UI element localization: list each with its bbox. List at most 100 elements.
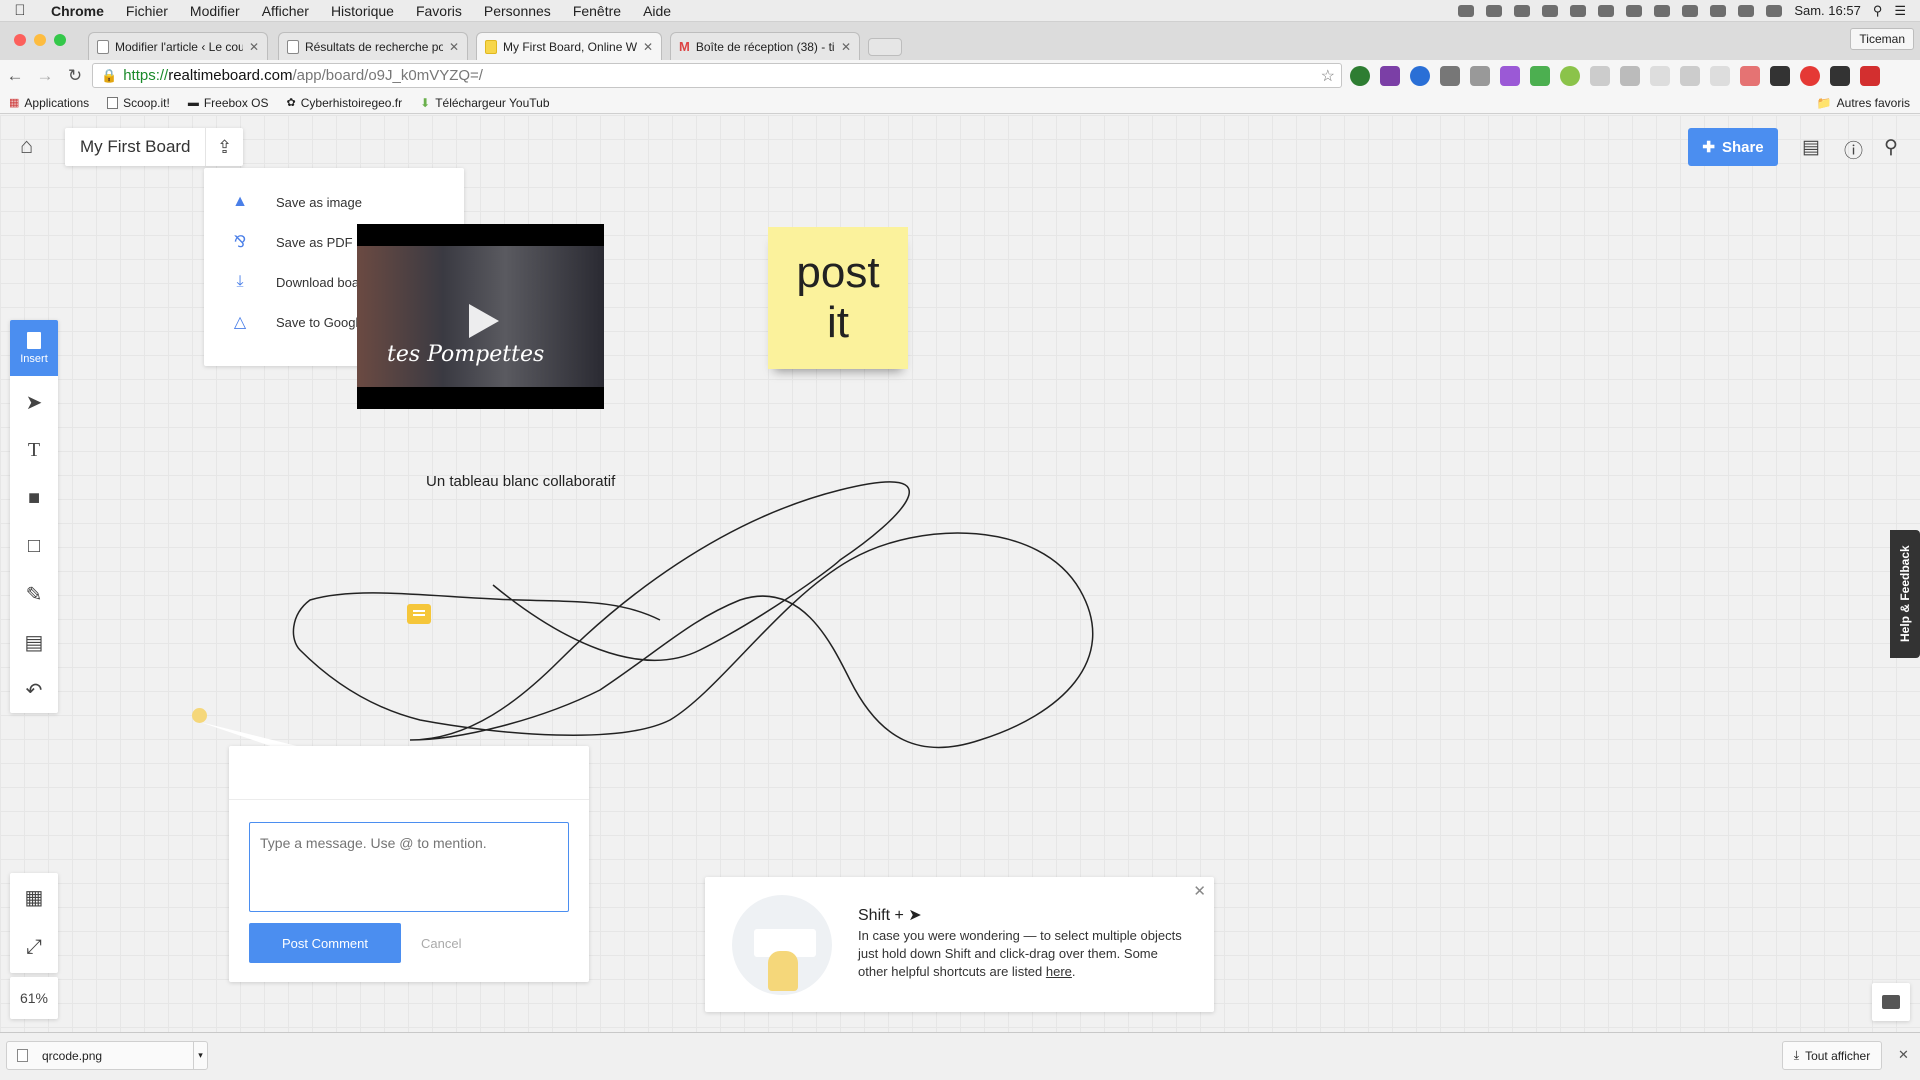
comment-input[interactable] bbox=[249, 822, 569, 912]
comments-icon[interactable]: ▤ bbox=[1802, 136, 1820, 159]
menu-icon[interactable] bbox=[1860, 66, 1880, 86]
home-icon[interactable]: ⌂ bbox=[20, 133, 33, 159]
camera-icon[interactable] bbox=[1470, 66, 1490, 86]
drive-ext-icon[interactable] bbox=[1620, 66, 1640, 86]
menu-fichier[interactable]: Fichier bbox=[115, 3, 179, 19]
fit-screen-icon[interactable]: ⤢ bbox=[10, 923, 58, 971]
tab-modifier-article[interactable]: Modifier l'article ‹ Le coute ✕ bbox=[88, 32, 268, 60]
drive-icon[interactable] bbox=[1486, 4, 1503, 17]
bluetooth-icon[interactable] bbox=[1710, 4, 1727, 17]
chevron-down-icon[interactable]: ▾ bbox=[193, 1042, 207, 1069]
text-item[interactable]: Un tableau blanc collaboratif bbox=[426, 473, 615, 490]
address-bar[interactable]: 🔒 https:// realtimeboard.com /app/board/… bbox=[92, 63, 1342, 88]
post-comment-button[interactable]: Post Comment bbox=[249, 923, 401, 963]
zoom-level[interactable]: 61% bbox=[10, 977, 58, 1019]
bookmark-youtube-downloader[interactable]: ⬇ Téléchargeur YouTub bbox=[411, 96, 558, 110]
comment-tool-icon[interactable]: ▤ bbox=[10, 618, 58, 666]
comment-pin-icon[interactable] bbox=[407, 604, 431, 624]
insert-button[interactable]: Insert bbox=[10, 320, 58, 376]
pen-icon[interactable] bbox=[1500, 66, 1520, 86]
tab-gmail[interactable]: M Boîte de réception (38) - ti ✕ bbox=[670, 32, 860, 60]
eject-icon[interactable] bbox=[1654, 4, 1671, 17]
key-icon[interactable] bbox=[1590, 66, 1610, 86]
bookmark-other[interactable]: 📁 Autres favoris bbox=[1808, 96, 1920, 110]
info-icon[interactable]: ⓘ bbox=[1844, 136, 1863, 163]
cancel-button[interactable]: Cancel bbox=[421, 923, 461, 963]
help-feedback-tab[interactable]: Help & Feedback bbox=[1890, 530, 1920, 658]
close-tab-icon[interactable]: ✕ bbox=[841, 40, 851, 54]
show-all-downloads-button[interactable]: ⤓ Tout afficher bbox=[1782, 1041, 1882, 1070]
pen-tool-icon[interactable]: ✎ bbox=[10, 570, 58, 618]
zoom-window-button[interactable] bbox=[54, 34, 66, 46]
menu-fenetre[interactable]: Fenêtre bbox=[562, 3, 632, 19]
volume-icon[interactable] bbox=[1766, 4, 1783, 17]
spotlight-icon[interactable]: ⚲ bbox=[1873, 3, 1883, 19]
status-dot-icon[interactable] bbox=[1560, 66, 1580, 86]
tab-my-first-board[interactable]: My First Board, Online Whi ✕ bbox=[476, 32, 662, 61]
sticky-note[interactable]: post it bbox=[768, 227, 908, 369]
menu-afficher[interactable]: Afficher bbox=[251, 3, 320, 19]
time-machine-icon[interactable] bbox=[1682, 4, 1699, 17]
clock[interactable]: Sam. 16:57 bbox=[1794, 3, 1861, 18]
menu-modifier[interactable]: Modifier bbox=[179, 3, 251, 19]
bookmark-freebox[interactable]: ▬ Freebox OS bbox=[179, 96, 278, 110]
text-tool-icon[interactable]: T bbox=[10, 426, 58, 474]
reload-icon[interactable]: ↻ bbox=[60, 66, 90, 86]
bookmark-cyberhistoiregeo[interactable]: ✿ Cyberhistoiregeo.fr bbox=[278, 96, 412, 110]
close-window-button[interactable] bbox=[14, 34, 26, 46]
new-tab-button[interactable] bbox=[868, 38, 902, 56]
forward-icon[interactable]: → bbox=[30, 66, 60, 86]
bookmark-applications[interactable]: ▦ Applications bbox=[0, 96, 98, 110]
sync-icon[interactable] bbox=[1542, 4, 1559, 17]
wifi-icon[interactable] bbox=[1738, 4, 1755, 17]
print-icon[interactable] bbox=[1680, 66, 1700, 86]
download-item[interactable]: qrcode.png ▾ bbox=[6, 1041, 208, 1070]
video-embed[interactable]: tes Pompettes bbox=[357, 224, 604, 409]
search-icon[interactable]: ⚲ bbox=[1884, 136, 1898, 159]
close-tab-icon[interactable]: ✕ bbox=[643, 40, 653, 54]
cloud-icon[interactable] bbox=[1514, 4, 1531, 17]
qrcode2-icon[interactable] bbox=[1830, 66, 1850, 86]
menu-personnes[interactable]: Personnes bbox=[473, 3, 562, 19]
sticky-note-tool-icon[interactable]: ■ bbox=[10, 474, 58, 522]
lock-icon[interactable]: 🔒 bbox=[101, 68, 117, 84]
onenote-icon[interactable] bbox=[1380, 66, 1400, 86]
opera-icon[interactable] bbox=[1800, 66, 1820, 86]
minimize-window-button[interactable] bbox=[34, 34, 46, 46]
klout-icon[interactable] bbox=[1410, 66, 1430, 86]
menu-item-save-image[interactable]: ▲ Save as image bbox=[204, 182, 464, 222]
evernote-icon[interactable] bbox=[1350, 66, 1370, 86]
close-icon[interactable]: ✕ bbox=[1898, 1047, 1909, 1063]
cloud-sync-icon[interactable] bbox=[1598, 4, 1615, 17]
apple-icon[interactable]:  bbox=[0, 2, 40, 19]
n-icon[interactable] bbox=[1650, 66, 1670, 86]
menu-aide[interactable]: Aide bbox=[632, 3, 682, 19]
notification-center-icon[interactable]: ☰ bbox=[1894, 3, 1906, 19]
shape-tool-icon[interactable]: □ bbox=[10, 522, 58, 570]
rss-icon[interactable] bbox=[1710, 66, 1730, 86]
share-button[interactable]: ✚ Share bbox=[1688, 128, 1778, 166]
chat-button[interactable] bbox=[1872, 983, 1910, 1021]
back-icon[interactable]: ← bbox=[0, 66, 30, 86]
menu-favoris[interactable]: Favoris bbox=[405, 3, 473, 19]
profile-button[interactable]: Ticeman bbox=[1850, 28, 1914, 50]
bookmark-scoopit[interactable]: Scoop.it! bbox=[98, 96, 179, 110]
bookmark-star-icon[interactable]: ☆ bbox=[1321, 66, 1335, 86]
close-tab-icon[interactable]: ✕ bbox=[249, 40, 259, 54]
airplay-icon[interactable] bbox=[1626, 4, 1643, 17]
extension-icon[interactable] bbox=[1440, 66, 1460, 86]
select-tool-icon[interactable]: ➤ bbox=[10, 378, 58, 426]
play-icon[interactable] bbox=[469, 304, 499, 338]
undo-icon[interactable]: ↶ bbox=[10, 666, 58, 714]
green-extension-icon[interactable] bbox=[1530, 66, 1550, 86]
close-icon[interactable]: ✕ bbox=[1193, 882, 1206, 900]
layout-icon[interactable]: ▦ bbox=[10, 873, 58, 921]
tip-shortcuts-link[interactable]: here bbox=[1046, 964, 1072, 979]
export-icon[interactable]: ⇪ bbox=[205, 128, 243, 166]
menu-historique[interactable]: Historique bbox=[320, 3, 405, 19]
qrcode-icon[interactable] bbox=[1770, 66, 1790, 86]
dropbox-icon[interactable] bbox=[1458, 4, 1475, 17]
board-title[interactable]: My First Board bbox=[65, 128, 205, 166]
tab-resultats[interactable]: Résultats de recherche pou ✕ bbox=[278, 32, 468, 60]
radio-icon[interactable] bbox=[1740, 66, 1760, 86]
